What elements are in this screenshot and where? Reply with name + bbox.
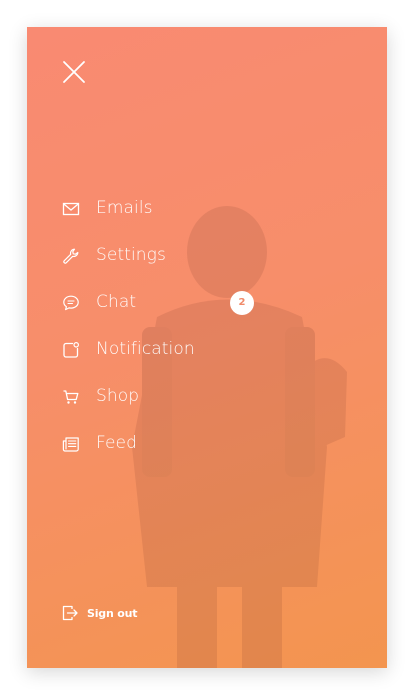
mail-icon <box>62 202 80 215</box>
menu-item-feed[interactable]: Feed <box>27 420 387 467</box>
sign-out-button[interactable]: Sign out <box>61 602 137 624</box>
menu-list: Emails Settings Chat 2 Notification Shop… <box>27 185 387 467</box>
menu-item-label: Shop <box>96 386 140 406</box>
menu-item-label: Notification <box>96 339 195 359</box>
menu-item-settings[interactable]: Settings <box>27 232 387 279</box>
close-icon <box>63 61 85 83</box>
nav-drawer: Emails Settings Chat 2 Notification Shop… <box>27 27 387 668</box>
notification-icon <box>63 341 80 358</box>
menu-item-label: Emails <box>96 198 153 218</box>
chat-count-badge: 2 <box>230 290 254 315</box>
menu-item-label: Chat <box>96 292 137 312</box>
close-button[interactable] <box>60 58 88 86</box>
menu-item-chat[interactable]: Chat 2 <box>27 279 387 326</box>
menu-item-notification[interactable]: Notification <box>27 326 387 373</box>
sign-out-icon <box>62 605 78 621</box>
menu-item-label: Feed <box>96 433 137 453</box>
cart-icon <box>63 389 79 404</box>
menu-item-emails[interactable]: Emails <box>27 185 387 232</box>
menu-item-shop[interactable]: Shop <box>27 373 387 420</box>
sign-out-label: Sign out <box>87 606 138 620</box>
menu-item-label: Settings <box>96 245 166 265</box>
chat-bubble-icon <box>63 295 79 310</box>
newspaper-icon <box>62 436 79 452</box>
wrench-icon <box>63 248 79 264</box>
